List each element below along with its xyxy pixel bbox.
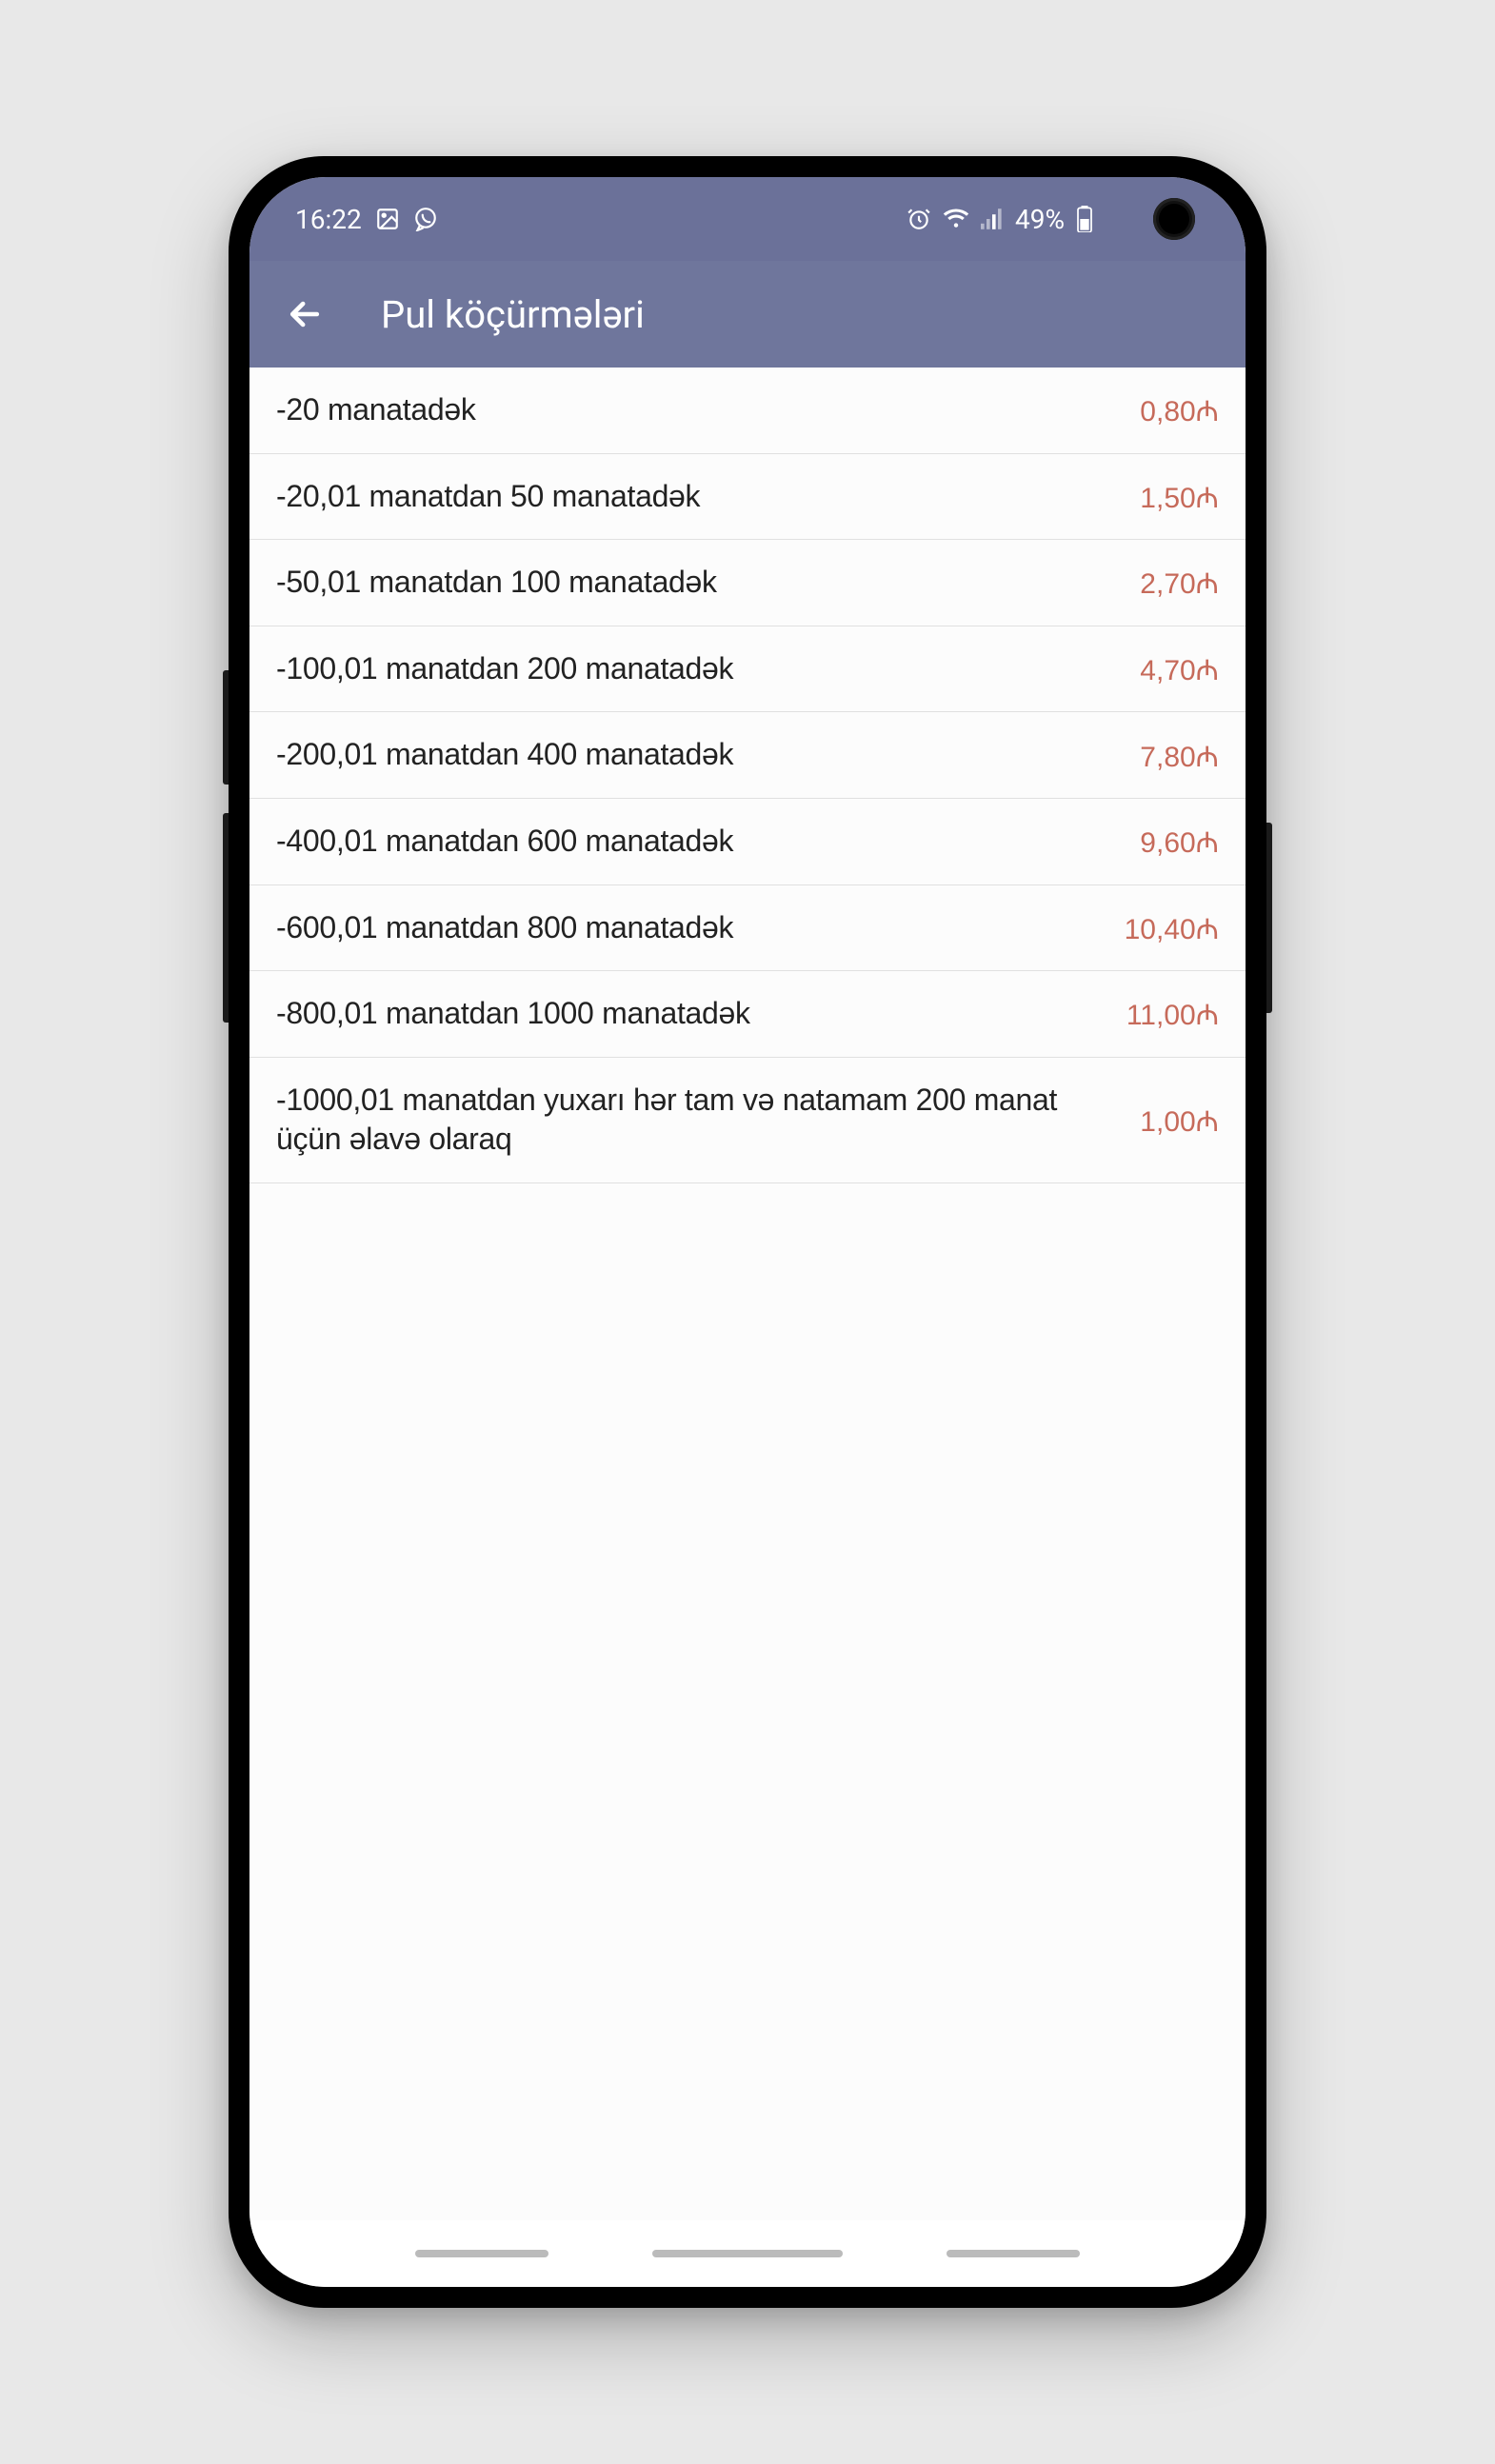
fee-price: 0,80₼ xyxy=(1140,390,1219,429)
screen: 16:22 xyxy=(249,177,1246,2287)
signal-icon xyxy=(981,209,1004,229)
list-item[interactable]: -1000,01 manatdan yuxarı hər tam və nata… xyxy=(249,1058,1246,1183)
list-item[interactable]: -800,01 manatdan 1000 manatadək 11,00₼ xyxy=(249,971,1246,1058)
image-icon xyxy=(375,207,400,231)
back-arrow-icon[interactable] xyxy=(284,293,326,335)
list-item[interactable]: -600,01 manatdan 800 manatadək 10,40₼ xyxy=(249,885,1246,972)
list-item[interactable]: -400,01 manatdan 600 manatadək 9,60₼ xyxy=(249,799,1246,885)
list-item[interactable]: -20,01 manatdan 50 manatadək 1,50₼ xyxy=(249,454,1246,541)
status-time: 16:22 xyxy=(295,204,362,235)
nav-home[interactable] xyxy=(652,2250,843,2257)
android-nav-bar xyxy=(249,2220,1246,2287)
phone-side-button xyxy=(223,813,229,1023)
fee-price: 2,70₼ xyxy=(1140,563,1219,602)
phone-side-button xyxy=(223,670,229,785)
list-item[interactable]: -200,01 manatdan 400 manatadək 7,80₼ xyxy=(249,712,1246,799)
phone-frame: 16:22 xyxy=(229,156,1266,2308)
battery-percent: 49% xyxy=(1015,204,1065,235)
fee-price: 9,60₼ xyxy=(1140,822,1219,861)
fee-price: 1,00₼ xyxy=(1140,1101,1219,1140)
fee-range-label: -1000,01 manatdan yuxarı hər tam və nata… xyxy=(276,1081,1121,1160)
app-bar: Pul köçürmələri xyxy=(249,261,1246,368)
nav-recents[interactable] xyxy=(415,2250,548,2257)
fee-price: 11,00₼ xyxy=(1126,994,1219,1033)
fee-range-label: -200,01 manatdan 400 manatadək xyxy=(276,735,1121,775)
battery-icon xyxy=(1076,206,1093,232)
wifi-icon xyxy=(943,209,969,229)
fee-range-label: -400,01 manatdan 600 manatadək xyxy=(276,822,1121,862)
page-title: Pul köçürmələri xyxy=(381,292,645,337)
fee-list[interactable]: -20 manatadək 0,80₼ -20,01 manatdan 50 m… xyxy=(249,368,1246,2220)
fee-range-label: -20,01 manatdan 50 manatadək xyxy=(276,477,1121,517)
status-left: 16:22 xyxy=(295,204,438,235)
fee-range-label: -600,01 manatdan 800 manatadək xyxy=(276,908,1106,948)
fee-range-label: -50,01 manatdan 100 manatadək xyxy=(276,563,1121,603)
status-bar: 16:22 xyxy=(249,177,1246,261)
list-item[interactable]: -50,01 manatdan 100 manatadək 2,70₼ xyxy=(249,540,1246,626)
fee-price: 4,70₼ xyxy=(1140,649,1219,688)
list-item[interactable]: -100,01 manatdan 200 manatadək 4,70₼ xyxy=(249,626,1246,713)
fee-price: 7,80₼ xyxy=(1140,736,1219,775)
fee-price: 10,40₼ xyxy=(1125,908,1219,947)
fee-price: 1,50₼ xyxy=(1140,477,1219,516)
fee-range-label: -100,01 manatdan 200 manatadək xyxy=(276,649,1121,689)
list-item[interactable]: -20 manatadək 0,80₼ xyxy=(249,368,1246,454)
fee-range-label: -20 manatadək xyxy=(276,390,1121,430)
front-camera xyxy=(1153,198,1195,240)
alarm-icon xyxy=(907,207,931,231)
nav-back[interactable] xyxy=(947,2250,1080,2257)
status-right: 49% xyxy=(907,204,1093,235)
fee-range-label: -800,01 manatdan 1000 manatadək xyxy=(276,994,1107,1034)
whatsapp-icon xyxy=(413,207,438,231)
phone-power-button xyxy=(1266,823,1272,1013)
